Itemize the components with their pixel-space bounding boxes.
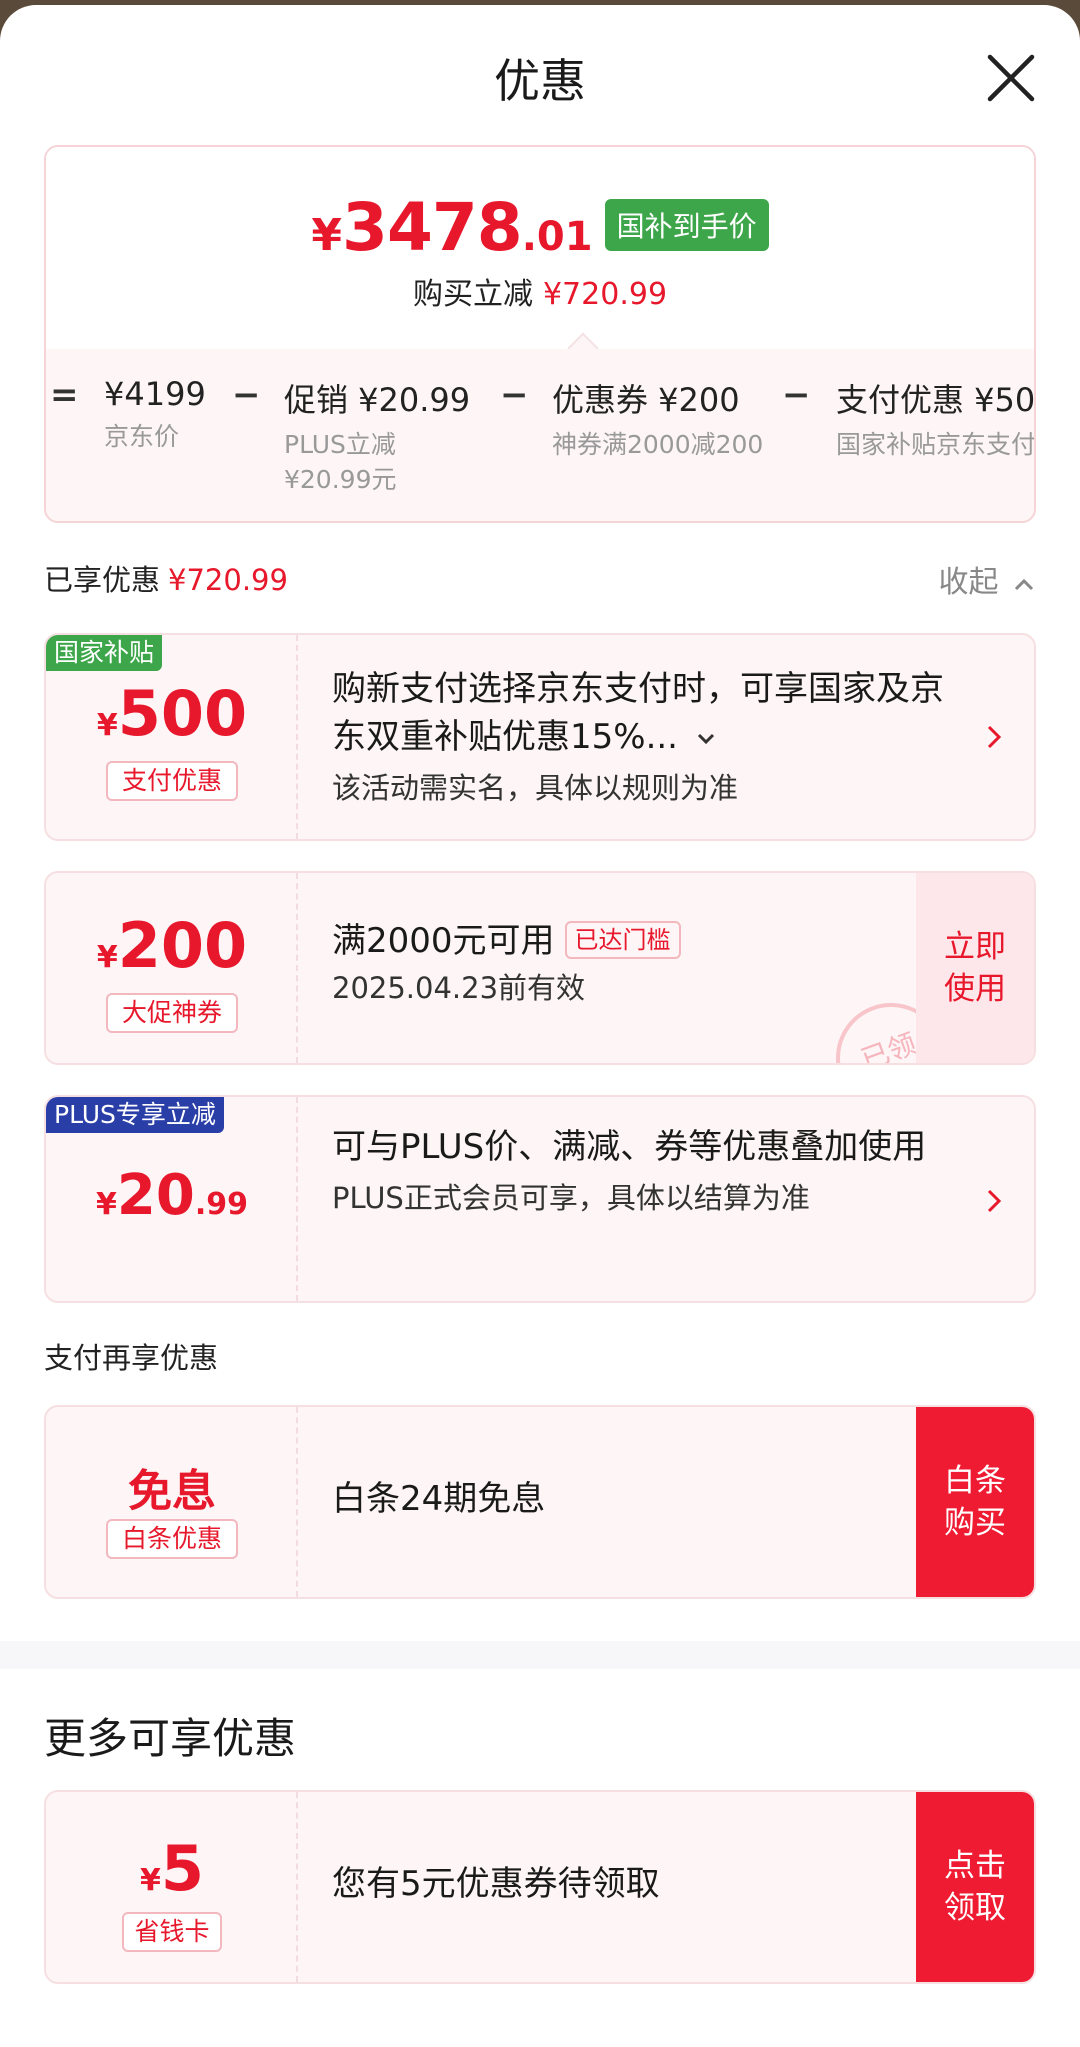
card-amount-area: ¥200 大促神券 — [46, 873, 298, 1063]
card-body: 您有5元优惠券待领取 — [332, 1860, 894, 1908]
enjoyed-label: 已享优惠 — [44, 563, 161, 597]
card-amount-area: ¥5 省钱卡 — [46, 1792, 298, 1982]
amount-number: 5 — [160, 1832, 204, 1905]
chevron-down-icon[interactable] — [695, 731, 717, 747]
more-discounts-title: 更多可享优惠 — [44, 1714, 297, 1763]
amount-currency: ¥ — [96, 708, 118, 743]
amount-decimal: .99 — [194, 1187, 248, 1222]
breakdown-item-coupon: 优惠券 ¥200 神券满2000减200 — [552, 375, 763, 462]
breakdown-sub: 京东价 — [104, 422, 180, 451]
card-amount-area: 免息 白条优惠 — [46, 1407, 298, 1597]
threshold-reached-badge: 已达门槛 — [564, 921, 681, 959]
card-body: 满2000元可用 已达门槛 2025.04.23前有效 — [332, 917, 894, 1007]
card-body: 可与PLUS价、满减、券等优惠叠加使用 PLUS正式会员可享，具体以结算为准 — [332, 1123, 944, 1217]
minus-sign: − — [782, 375, 811, 415]
card-type-pill: 白条优惠 — [106, 1519, 238, 1559]
breakdown-item-promotion: 促销 ¥20.99 PLUS立减 ¥20.99元 — [284, 375, 470, 497]
breakdown-sub: 神券满2000减200 — [552, 430, 764, 459]
collapse-toggle[interactable]: 收起 — [938, 557, 1036, 601]
amount-currency: ¥ — [96, 1187, 117, 1222]
price-breakdown[interactable]: = ¥4199 京东价 − 促销 ¥20.99 PLUS立减 ¥20.99元 −… — [46, 349, 1036, 521]
card-type-pill: 大促神券 — [106, 993, 238, 1033]
reduce-label: 购买立减 — [412, 277, 533, 312]
final-price-area: ¥3478.01 国补到手价 购买立减 ¥720.99 — [46, 147, 1034, 349]
price-summary-card: ¥3478.01 国补到手价 购买立减 ¥720.99 = ¥4199 京东价 − … — [44, 145, 1036, 523]
instant-reduction: 购买立减 ¥720.99 — [46, 269, 1034, 313]
minus-sign: − — [500, 375, 529, 415]
breakdown-value: 支付优惠 ¥500 — [836, 381, 1036, 419]
amount-currency: ¥ — [96, 940, 118, 975]
breakdown-value: 优惠券 ¥200 — [552, 381, 740, 419]
card-body: 购新支付选择京东支付时，可享国家及京东双重补贴优惠15%... 该活动需实名，具… — [332, 665, 944, 807]
price-currency: ¥ — [311, 210, 343, 261]
reduce-value: ¥720.99 — [542, 277, 668, 312]
card-title: 满2000元可用 已达门槛 — [332, 917, 894, 965]
card-body: 白条24期免息 — [332, 1475, 894, 1523]
card-amount: ¥500 — [46, 677, 298, 750]
sheet-title: 优惠 — [494, 54, 586, 108]
equals-sign: = — [50, 375, 79, 415]
card-title: 可与PLUS价、满减、券等优惠叠加使用 — [332, 1127, 927, 1167]
discount-sheet: 优惠 ¥3478.01 国补到手价 购买立减 ¥720.99 = ¥4199 京东价… — [0, 5, 1080, 2047]
card-type-pill: 省钱卡 — [122, 1912, 222, 1952]
enjoyed-discounts-row: 已享优惠 ¥720.99 收起 — [44, 557, 1036, 600]
plus-exclusive-tag: PLUS专享立减 — [46, 1097, 224, 1133]
discount-card-coupon[interactable]: ¥200 大促神券 满2000元可用 已达门槛 2025.04.23前有效 已领 … — [44, 871, 1036, 1065]
chevron-right-icon[interactable] — [986, 723, 1002, 751]
breakdown-value: 促销 ¥20.99 — [284, 381, 471, 419]
baitiao-buy-label: 白条购买 — [944, 1463, 1006, 1541]
card-subtitle: 2025.04.23前有效 — [332, 971, 586, 1005]
card-amount: ¥200 — [46, 909, 298, 982]
enjoyed-label-group: 已享优惠 ¥720.99 — [44, 563, 288, 597]
card-title-text: 满2000元可用 — [332, 921, 555, 961]
card-subtitle: PLUS正式会员可享，具体以结算为准 — [332, 1181, 810, 1215]
breakdown-sub: 国家补贴京东支付 — [836, 430, 1036, 459]
card-amount: ¥5 — [46, 1832, 298, 1905]
amount-number: 200 — [117, 909, 248, 982]
breakdown-item-jd-price: ¥4199 京东价 — [104, 375, 206, 454]
baitiao-buy-button[interactable]: 白条购买 — [916, 1407, 1034, 1597]
gov-subsidy-tag: 国家补贴 — [46, 635, 163, 671]
card-subtitle: 该活动需实名，具体以规则为准 — [332, 771, 739, 805]
section-divider — [0, 1641, 1080, 1669]
use-now-button[interactable]: 立即使用 — [916, 873, 1034, 1063]
amount-number: 500 — [117, 677, 248, 750]
claim-button[interactable]: 点击领取 — [916, 1792, 1034, 1982]
card-amount: 免息 — [128, 1466, 216, 1517]
use-now-label: 立即使用 — [944, 929, 1006, 1007]
price-integer: 3478 — [342, 189, 523, 266]
breakdown-sub-2: ¥20.99元 — [284, 465, 397, 494]
discount-card-baitiao[interactable]: 免息 白条优惠 白条24期免息 白条购买 — [44, 1405, 1036, 1599]
card-title: 您有5元优惠券待领取 — [332, 1864, 660, 1904]
enjoyed-value: ¥720.99 — [168, 563, 288, 597]
breakdown-sub: PLUS立减 — [284, 430, 396, 459]
chevron-up-icon — [1014, 578, 1034, 590]
discount-card-savings[interactable]: ¥5 省钱卡 您有5元优惠券待领取 点击领取 — [44, 1790, 1036, 1984]
pay-section-title: 支付再享优惠 — [44, 1341, 219, 1375]
discount-card-plus[interactable]: ¥20.99 PLUS专享立减 可与PLUS价、满减、券等优惠叠加使用 PLUS… — [44, 1095, 1036, 1303]
close-icon[interactable] — [982, 49, 1040, 107]
breakdown-sub-group: PLUS立减 ¥20.99元 — [284, 427, 470, 497]
amount-number: 20 — [116, 1163, 195, 1228]
minus-sign: − — [232, 375, 261, 415]
price-decimal: .01 — [521, 214, 593, 260]
collapse-label: 收起 — [938, 565, 999, 600]
breakdown-value: ¥4199 — [104, 375, 206, 413]
chevron-right-icon[interactable] — [986, 1187, 1002, 1215]
card-title: 购新支付选择京东支付时，可享国家及京东双重补贴优惠15%... — [332, 665, 944, 761]
claim-label: 点击领取 — [944, 1848, 1006, 1926]
gov-subsidy-price-tag: 国补到手价 — [604, 199, 769, 251]
card-title: 白条24期免息 — [332, 1479, 546, 1519]
sheet-header: 优惠 — [0, 5, 1080, 145]
final-price: ¥3478.01 国补到手价 — [46, 189, 1034, 266]
card-amount: ¥20.99 — [46, 1163, 298, 1228]
discount-card-payment[interactable]: ¥500 支付优惠 国家补贴 购新支付选择京东支付时，可享国家及京东双重补贴优惠… — [44, 633, 1036, 841]
card-title-text: 购新支付选择京东支付时，可享国家及京东双重补贴优惠15%... — [332, 669, 944, 757]
amount-currency: ¥ — [139, 1863, 161, 1898]
card-type-pill: 支付优惠 — [106, 761, 238, 801]
breakdown-item-payment: 支付优惠 ¥500 国家补贴京东支付 — [836, 375, 1036, 462]
